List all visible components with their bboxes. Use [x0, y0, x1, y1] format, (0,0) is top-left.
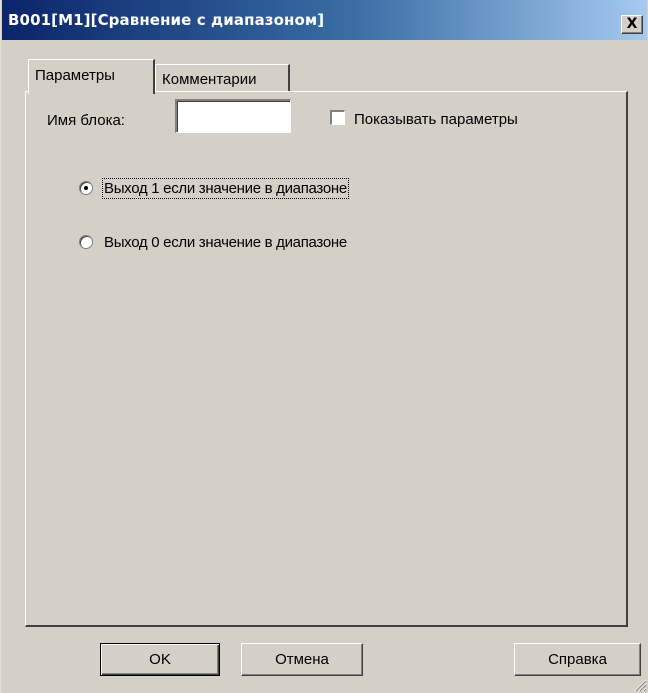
tab-panel-parameters: [25, 91, 628, 627]
cancel-button[interactable]: Отмена: [241, 643, 363, 676]
help-button[interactable]: Справка: [514, 643, 641, 676]
dialog-window: B001[M1][Сравнение с диапазоном] X Парам…: [0, 0, 648, 693]
tab-parameters-label: Параметры: [35, 67, 115, 84]
tab-parameters[interactable]: Параметры: [28, 59, 155, 94]
close-button[interactable]: X: [621, 15, 643, 34]
window-title: B001[M1][Сравнение с диапазоном]: [8, 11, 325, 29]
resize-grip-icon[interactable]: [633, 678, 647, 692]
tab-comments-label: Комментарии: [162, 71, 257, 88]
title-bar[interactable]: B001[M1][Сравнение с диапазоном] X: [2, 0, 647, 40]
close-icon: X: [626, 16, 638, 32]
tab-comments[interactable]: Комментарии: [155, 64, 290, 91]
ok-button[interactable]: OK: [100, 643, 220, 676]
